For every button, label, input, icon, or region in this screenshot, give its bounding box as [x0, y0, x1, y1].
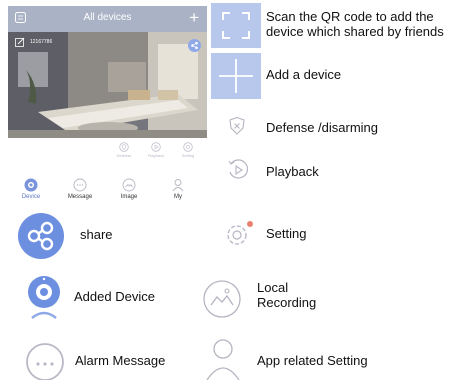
tab-message[interactable]: Message [63, 178, 97, 200]
shield-icon [229, 116, 245, 135]
tab-device[interactable]: Device [14, 178, 48, 200]
tab-my[interactable]: My [161, 178, 195, 200]
legend-app-setting-label: App related Setting [257, 353, 368, 368]
header-title: All devices [83, 12, 132, 23]
chat-bubble-icon [26, 343, 64, 380]
qr-scan-tile [211, 3, 261, 48]
image-icon [122, 178, 136, 192]
room-image [8, 32, 207, 138]
gear-icon [183, 142, 193, 152]
app-header: All devices + [8, 6, 207, 32]
legend-local-recording-label: Local Recording [257, 280, 317, 310]
tab-device-label: Device [21, 194, 41, 200]
camera-icon [28, 276, 60, 319]
legend-added-device-label: Added Device [74, 289, 155, 304]
share-icon[interactable] [188, 39, 201, 52]
tab-my-label: My [174, 194, 182, 200]
playback-action[interactable]: Playback [141, 142, 171, 158]
legend-add-device-label: Add a device [266, 67, 342, 82]
edit-icon[interactable] [15, 37, 25, 47]
share-icon [18, 213, 64, 259]
gear-icon [227, 221, 253, 245]
legend-qr-scan-label: Scan the QR code to add the device which… [266, 9, 444, 39]
person-icon [172, 179, 184, 192]
setting-action[interactable]: Setting [173, 142, 203, 158]
legend-setting-label: Setting [266, 226, 307, 241]
legend-playback-label: Playback [266, 164, 319, 179]
legend-share-label: share [80, 227, 113, 242]
playback-icon [228, 159, 249, 179]
tab-image-label: Image [120, 194, 138, 200]
image-icon [203, 280, 241, 318]
person-icon [206, 339, 240, 380]
playback-icon [151, 142, 161, 152]
defense-action[interactable]: Defense [109, 142, 139, 158]
message-icon [73, 178, 87, 192]
legend-alarm-message-label: Alarm Message [75, 353, 166, 368]
device-icon [24, 178, 38, 192]
device-preview[interactable]: 12167786 [8, 32, 207, 138]
tab-image[interactable]: Image [112, 178, 146, 200]
legend-defense-label: Defense /disarming [266, 120, 378, 135]
qr-scan-icon [222, 12, 250, 39]
defense-action-label: Defense [116, 153, 132, 158]
shield-icon [119, 142, 129, 152]
device-id: 12167786 [30, 39, 53, 45]
tab-message-label: Message [67, 194, 93, 200]
add-device-button[interactable]: + [189, 9, 199, 26]
playback-action-label: Playback [147, 153, 165, 158]
add-device-tile [211, 53, 261, 99]
plus-icon [219, 59, 253, 93]
setting-action-label: Setting [181, 153, 195, 158]
